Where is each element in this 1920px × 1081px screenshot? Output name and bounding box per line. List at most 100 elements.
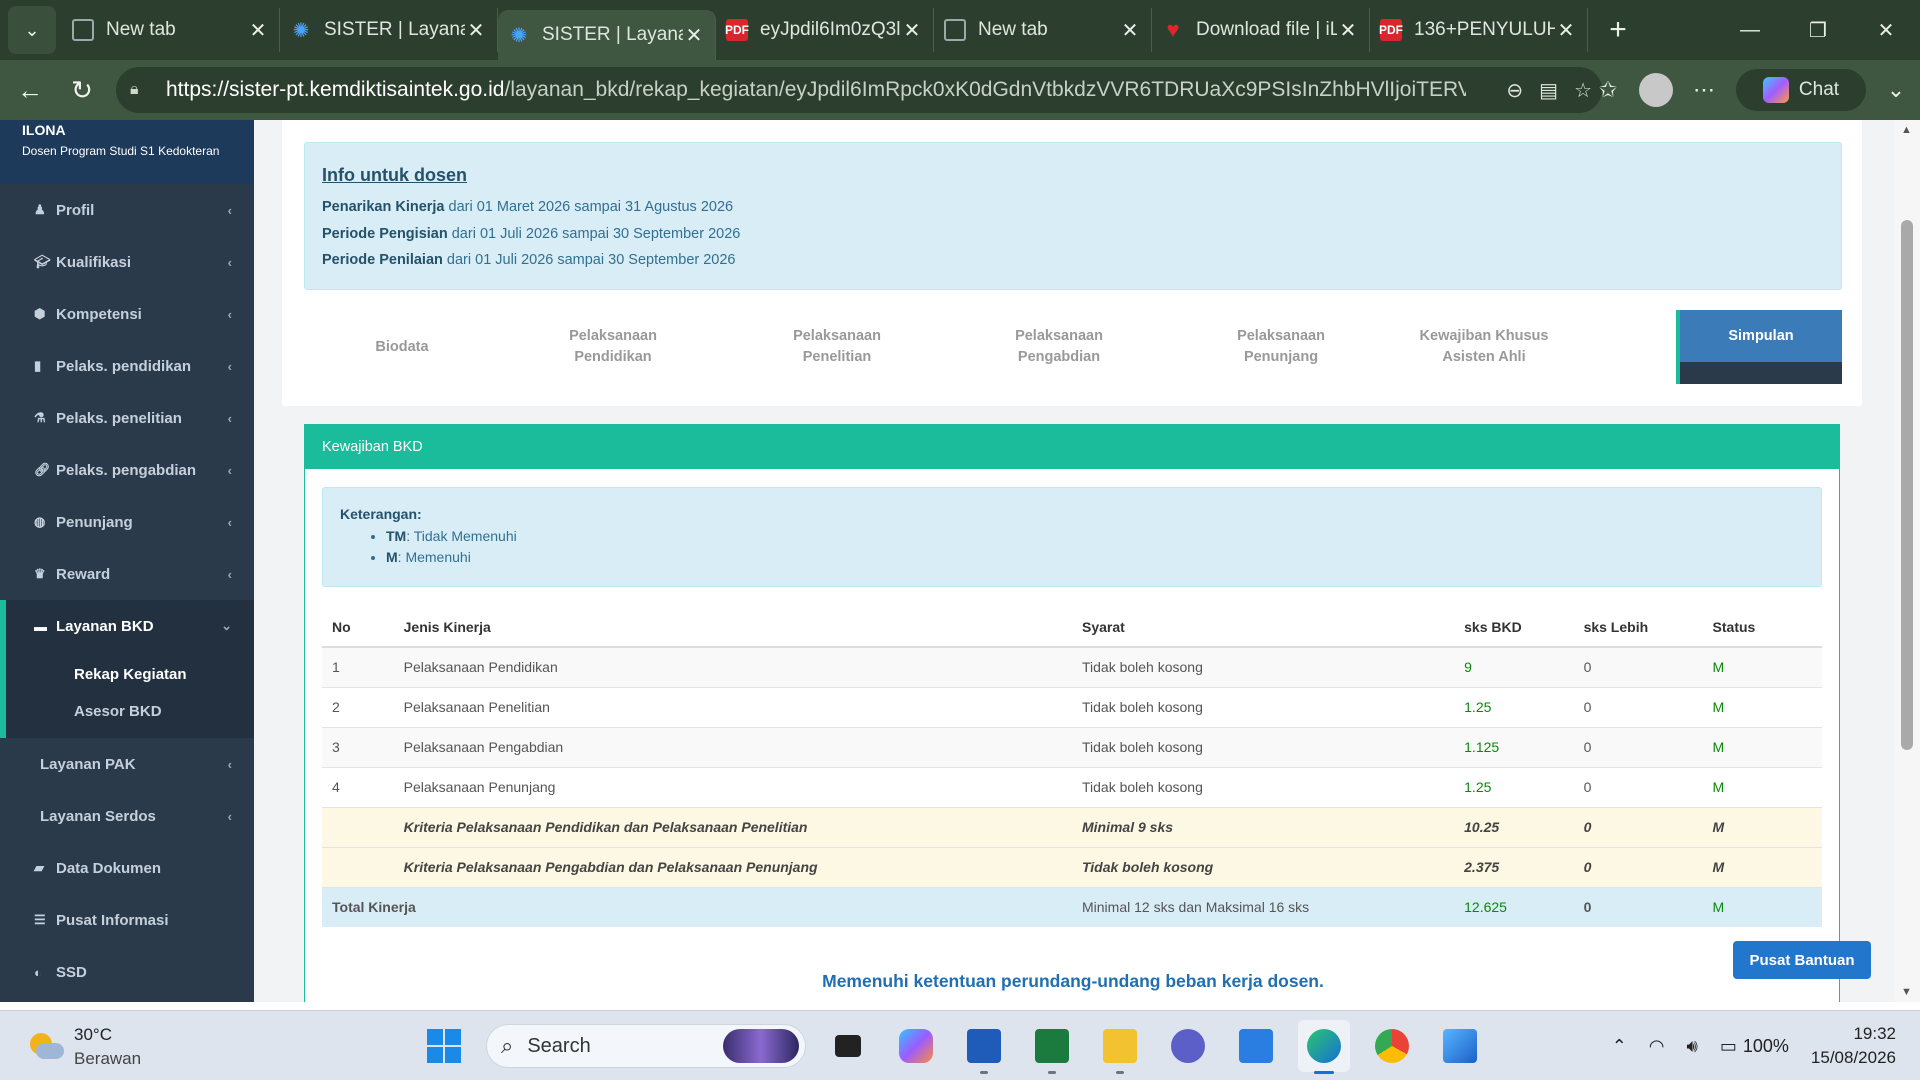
scroll-up-arrow-icon[interactable]: ▲ <box>1901 124 1912 136</box>
stories-app-icon[interactable] <box>1230 1020 1282 1072</box>
chrome-icon[interactable] <box>1366 1020 1418 1072</box>
show-hidden-icons-chevron-icon[interactable]: ⌃ <box>1612 1036 1627 1057</box>
sidebar-subitem-asesor-bkd[interactable]: Asesor BKD <box>6 693 254 730</box>
scroll-down-arrow-icon[interactable]: ▼ <box>1901 986 1912 998</box>
layanan-bkd-submenu: Rekap Kegiatan Asesor BKD <box>0 652 254 738</box>
tab-pelaksanaan-penelitian[interactable]: Pelaksanaan Penelitian <box>726 310 948 384</box>
favorites-icon[interactable]: ✩ <box>1584 77 1632 103</box>
sidebar-item-kompetensi[interactable]: ⬢ Kompetensi ‹ <box>0 288 254 340</box>
browser-tab[interactable]: New tab ✕ <box>934 8 1152 52</box>
tab-pelaksanaan-pendidikan[interactable]: Pelaksanaan Pendidikan <box>500 310 726 384</box>
battery-icon[interactable]: ▭ <box>1720 1036 1737 1057</box>
photos-icon[interactable] <box>1434 1020 1486 1072</box>
url-text[interactable]: https://sister-pt.kemdiktisaintek.go.id/… <box>166 78 1466 102</box>
taskbar-apps: ⌕ Search <box>418 1019 1486 1074</box>
page-scrollbar[interactable]: ▲ ▼ <box>1894 120 1920 1002</box>
table-cell: Kriteria Pelaksanaan Pengabdian dan Pela… <box>393 846 1072 887</box>
info-line-label: Periode Penilaian <box>322 252 443 268</box>
sidebar-item-reward[interactable]: ♛ Reward ‹ <box>0 548 254 600</box>
word-icon[interactable] <box>958 1020 1010 1074</box>
tab-pelaksanaan-pengabdian[interactable]: Pelaksanaan Pengabdian <box>948 310 1170 384</box>
table-cell: Pelaksanaan Penunjang <box>393 766 1072 807</box>
globe-icon: ◍ <box>34 514 46 529</box>
browser-tab[interactable]: ✺ SISTER | Layanan✕ <box>280 8 498 52</box>
address-bar[interactable]: 🔒︎ https://sister-pt.kemdiktisaintek.go.… <box>116 67 1602 113</box>
profile-button[interactable] <box>1632 73 1680 107</box>
sidebar-item-pelaks-pendidikan[interactable]: ▮ Pelaks. pendidikan ‹ <box>0 340 254 392</box>
reader-view-icon[interactable]: ▤ <box>1539 78 1558 103</box>
scrollbar-thumb[interactable] <box>1901 220 1913 750</box>
time: 19:32 <box>1853 1024 1896 1043</box>
minimize-button[interactable]: — <box>1716 0 1784 60</box>
table-row: Total Kinerja Minimal 12 sks dan Maksimal… <box>322 886 1822 927</box>
chevron-left-icon: ‹ <box>227 358 232 374</box>
sidebar-item-layanan-bkd[interactable]: ▬ Layanan BKD ⌄ <box>0 600 254 652</box>
close-tab-icon[interactable]: ✕ <box>1119 18 1141 43</box>
info-line-label: Penarikan Kinerja <box>322 199 445 215</box>
sidebar-toggle-chevron-icon[interactable]: ⌄ <box>1872 77 1920 103</box>
browser-tab[interactable]: PDF eyJpdil6Im0zQ3lK ✕ <box>716 8 934 52</box>
browser-tab-bar: ⌄ New tab✕✺SISTER | Layanan✕✺SISTER | La… <box>0 0 1920 60</box>
sidebar-item-layanan-pak[interactable]: Layanan PAK ‹ <box>0 738 254 790</box>
table-cell: 0 <box>1573 886 1703 927</box>
file-explorer-icon[interactable] <box>1094 1020 1146 1074</box>
sidebar-item-profil[interactable]: ♟ Profil ‹ <box>0 184 254 236</box>
copilot-app-icon[interactable] <box>890 1020 942 1072</box>
task-view-icon[interactable] <box>822 1020 874 1072</box>
close-window-button[interactable]: ✕ <box>1852 0 1920 60</box>
tab-pelaksanaan-penunjang[interactable]: Pelaksanaan Penunjang <box>1170 310 1392 384</box>
start-button[interactable] <box>418 1020 470 1072</box>
close-tab-icon[interactable]: ✕ <box>247 18 269 43</box>
sidebar-item-label: Pelaks. pengabdian <box>56 461 197 479</box>
copilot-chat-button[interactable]: Chat <box>1736 69 1866 111</box>
wifi-icon[interactable]: ◠ <box>1649 1036 1665 1057</box>
weather-widget[interactable]: 30°C Berawan <box>26 1023 141 1071</box>
close-tab-icon[interactable]: ✕ <box>1337 18 1359 43</box>
volume-icon[interactable]: 🔊︎ <box>1687 1036 1698 1057</box>
sidebar-item-ssd[interactable]: ◐ SSD <box>0 946 254 998</box>
teams-icon[interactable] <box>1162 1020 1214 1072</box>
sidebar-item-layanan-serdos[interactable]: Layanan Serdos ‹ <box>0 790 254 842</box>
book-icon: ▮ <box>34 358 42 373</box>
zoom-icon[interactable]: ⊖ <box>1506 78 1523 103</box>
tab-kewajiban-khusus-asisten-ahli[interactable]: Kewajiban Khusus Asisten Ahli <box>1392 310 1576 384</box>
table-cell: 1.25 <box>1454 766 1574 807</box>
sidebar-item-label: Layanan BKD <box>56 617 154 635</box>
chevron-left-icon: ‹ <box>227 202 232 218</box>
tab-simpulan[interactable]: Simpulan <box>1676 310 1842 384</box>
clock[interactable]: 19:32 15/08/2026 <box>1811 1022 1896 1070</box>
browser-tab[interactable]: New tab ✕ <box>62 8 280 52</box>
info-line: Periode Penilaian dari 01 Juli 2026 samp… <box>322 247 1824 274</box>
more-options-icon[interactable]: ⋯ <box>1680 77 1728 103</box>
help-center-button[interactable]: Pusat Bantuan <box>1733 941 1871 979</box>
sidebar-subitem-rekap-kegiatan[interactable]: Rekap Kegiatan <box>6 656 254 693</box>
close-tab-icon[interactable]: ✕ <box>465 18 487 43</box>
browser-tab[interactable]: PDF 136+PENYULUHA✕ <box>1370 8 1588 52</box>
restore-button[interactable]: ❐ <box>1784 0 1852 60</box>
sidebar-item-label: Pelaks. penelitian <box>56 409 182 427</box>
reload-button[interactable]: ↻ <box>60 68 104 112</box>
back-button[interactable]: ← <box>8 68 52 112</box>
close-tab-icon[interactable]: ✕ <box>1555 18 1577 43</box>
tab-actions-menu-button[interactable]: ⌄ <box>8 6 56 54</box>
edge-icon[interactable] <box>1298 1020 1350 1074</box>
sidebar-item-penunjang[interactable]: ◍ Penunjang ‹ <box>0 496 254 548</box>
tab-biodata[interactable]: Biodata <box>304 310 500 384</box>
excel-icon[interactable] <box>1026 1020 1078 1074</box>
browser-tab[interactable]: ✺ SISTER | Layanan✕ <box>498 10 716 60</box>
close-tab-icon[interactable]: ✕ <box>901 18 923 43</box>
table-cell: 2.375 <box>1454 846 1574 887</box>
sidebar-item-pelaks-pengabdian[interactable]: 🔗︎ Pelaks. pengabdian ‹ <box>0 444 254 496</box>
column-header: Syarat <box>1071 607 1455 648</box>
close-tab-icon[interactable]: ✕ <box>683 23 705 48</box>
taskbar-search[interactable]: ⌕ Search <box>486 1024 806 1068</box>
sidebar-item-pelaks-penelitian[interactable]: ⚗ Pelaks. penelitian ‹ <box>0 392 254 444</box>
sidebar-item-pusat-informasi[interactable]: ☰ Pusat Informasi <box>0 894 254 946</box>
browser-tab[interactable]: ♥ Download file | iL ✕ <box>1152 8 1370 52</box>
table-cell: 1.125 <box>1454 726 1574 767</box>
sidebar-item-kualifikasi[interactable]: 🎓︎ Kualifikasi ‹ <box>0 236 254 288</box>
sidebar-item-data-dokumen[interactable]: ▰ Data Dokumen <box>0 842 254 894</box>
table-cell: 1.25 <box>1454 686 1574 727</box>
legend-item: TM: Tidak Memenuhi <box>386 526 1804 547</box>
new-tab-button[interactable]: + <box>1598 10 1638 50</box>
